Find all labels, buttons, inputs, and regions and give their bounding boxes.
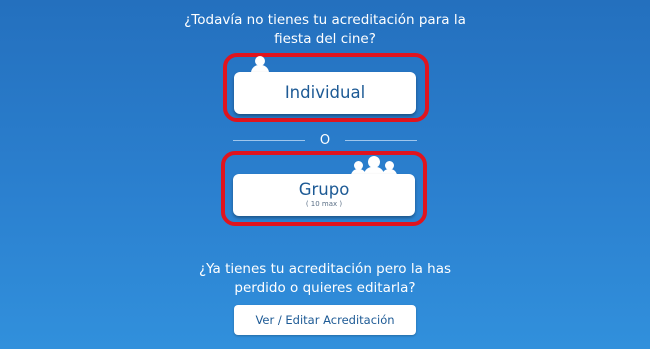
or-divider: O <box>233 133 417 148</box>
divider-line <box>345 140 417 141</box>
group-max-label: ( 10 max ) <box>305 200 343 208</box>
individual-button[interactable]: Individual <box>234 72 416 114</box>
question-line: fiesta del cine? <box>274 31 376 47</box>
view-edit-accreditation-button[interactable]: Ver / Editar Acreditación <box>234 305 416 335</box>
group-button[interactable]: Grupo ( 10 max ) <box>233 174 415 216</box>
question-line: ¿Todavía no tienes tu acreditación para … <box>184 12 466 28</box>
new-accreditation-question: ¿Todavía no tienes tu acreditación para … <box>0 11 650 49</box>
view-edit-accreditation-label: Ver / Editar Acreditación <box>255 313 395 327</box>
question-line: perdido o quieres editarla? <box>234 280 416 296</box>
person-icon <box>251 56 269 73</box>
individual-label: Individual <box>284 83 366 102</box>
group-icon <box>351 156 397 176</box>
existing-accreditation-question: ¿Ya tienes tu acreditación pero la has p… <box>0 260 650 298</box>
group-label: Grupo <box>298 180 350 199</box>
question-line: ¿Ya tienes tu acreditación pero la has <box>198 261 452 277</box>
